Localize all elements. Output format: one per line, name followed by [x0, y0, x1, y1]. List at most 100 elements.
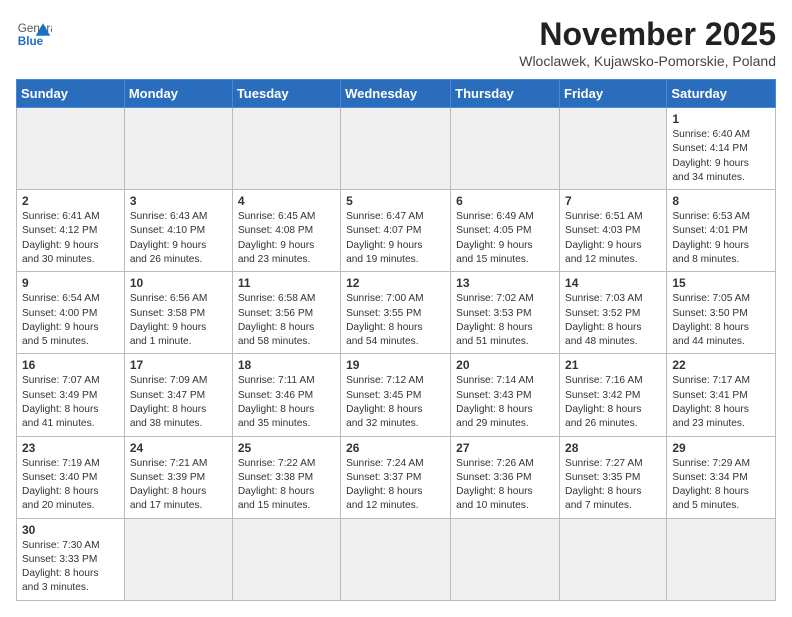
day-cell: 2 Sunrise: 6:41 AM Sunset: 4:12 PM Daylig… — [17, 190, 125, 272]
day-number: 13 — [456, 276, 554, 290]
day-info: Sunrise: 7:14 AM Sunset: 3:43 PM Dayligh… — [456, 374, 554, 431]
weekday-header-sunday: Sunday — [17, 80, 125, 108]
week-row-3: 9 Sunrise: 6:54 AM Sunset: 4:00 PM Daylig… — [17, 272, 776, 354]
day-cell: 27Sunrise: 7:26 AM Sunset: 3:36 PM Dayli… — [451, 436, 560, 518]
day-cell: 30 Sunrise: 7:30 AM Sunset: 3:33 PM Dayli… — [17, 518, 125, 600]
day-number: 12 — [346, 276, 445, 290]
day-cell: 7 Sunrise: 6:51 AM Sunset: 4:03 PM Daylig… — [560, 190, 667, 272]
day-info: Sunrise: 6:53 AM Sunset: 4:01 PM Dayligh… — [672, 210, 770, 267]
logo: General Blue — [16, 16, 52, 52]
day-cell: 12 Sunrise: 7:00 AM Sunset: 3:55 PM Dayli… — [341, 272, 451, 354]
weekday-header-saturday: Saturday — [667, 80, 776, 108]
day-cell: 17Sunrise: 7:09 AM Sunset: 3:47 PM Dayli… — [124, 354, 232, 436]
logo-icon: General Blue — [16, 16, 52, 52]
day-number: 14 — [565, 276, 661, 290]
day-number: 26 — [346, 441, 445, 455]
day-cell: 26 Sunrise: 7:24 AM Sunset: 3:37 PM Dayli… — [341, 436, 451, 518]
day-number: 22 — [672, 358, 770, 372]
day-cell — [341, 518, 451, 600]
day-cell: 19Sunrise: 7:12 AM Sunset: 3:45 PM Dayli… — [341, 354, 451, 436]
day-info: Sunrise: 7:21 AM Sunset: 3:39 PM Dayligh… — [130, 457, 227, 514]
day-cell — [451, 108, 560, 190]
week-row-4: 16 Sunrise: 7:07 AM Sunset: 3:49 PM Dayli… — [17, 354, 776, 436]
day-cell: 23Sunrise: 7:19 AM Sunset: 3:40 PM Dayli… — [17, 436, 125, 518]
day-info: Sunrise: 7:22 AM Sunset: 3:38 PM Dayligh… — [238, 457, 335, 514]
calendar-table: SundayMondayTuesdayWednesdayThursdayFrid… — [16, 79, 776, 601]
day-info: Sunrise: 7:30 AM Sunset: 3:33 PM Dayligh… — [22, 539, 119, 596]
day-number: 20 — [456, 358, 554, 372]
weekday-header-thursday: Thursday — [451, 80, 560, 108]
day-cell — [451, 518, 560, 600]
day-cell: 20 Sunrise: 7:14 AM Sunset: 3:43 PM Dayli… — [451, 354, 560, 436]
day-number: 21 — [565, 358, 661, 372]
day-number: 10 — [130, 276, 227, 290]
day-info: Sunrise: 7:00 AM Sunset: 3:55 PM Dayligh… — [346, 292, 445, 349]
weekday-header-tuesday: Tuesday — [232, 80, 340, 108]
day-info: Sunrise: 6:54 AM Sunset: 4:00 PM Dayligh… — [22, 292, 119, 349]
day-info: Sunrise: 6:47 AM Sunset: 4:07 PM Dayligh… — [346, 210, 445, 267]
day-number: 6 — [456, 194, 554, 208]
day-number: 15 — [672, 276, 770, 290]
day-info: Sunrise: 7:16 AM Sunset: 3:42 PM Dayligh… — [565, 374, 661, 431]
day-cell: 13 Sunrise: 7:02 AM Sunset: 3:53 PM Dayli… — [451, 272, 560, 354]
day-number: 7 — [565, 194, 661, 208]
day-info: Sunrise: 7:05 AM Sunset: 3:50 PM Dayligh… — [672, 292, 770, 349]
day-number: 4 — [238, 194, 335, 208]
day-number: 8 — [672, 194, 770, 208]
day-cell — [124, 108, 232, 190]
day-cell: 16 Sunrise: 7:07 AM Sunset: 3:49 PM Dayli… — [17, 354, 125, 436]
day-cell: 14 Sunrise: 7:03 AM Sunset: 3:52 PM Dayli… — [560, 272, 667, 354]
day-number: 30 — [22, 523, 119, 537]
day-info: Sunrise: 7:07 AM Sunset: 3:49 PM Dayligh… — [22, 374, 119, 431]
day-cell: 4Sunrise: 6:45 AM Sunset: 4:08 PM Daylig… — [232, 190, 340, 272]
day-number: 9 — [22, 276, 119, 290]
day-info: Sunrise: 7:17 AM Sunset: 3:41 PM Dayligh… — [672, 374, 770, 431]
day-cell: 3 Sunrise: 6:43 AM Sunset: 4:10 PM Daylig… — [124, 190, 232, 272]
day-cell — [124, 518, 232, 600]
day-number: 16 — [22, 358, 119, 372]
day-info: Sunrise: 6:41 AM Sunset: 4:12 PM Dayligh… — [22, 210, 119, 267]
day-info: Sunrise: 6:43 AM Sunset: 4:10 PM Dayligh… — [130, 210, 227, 267]
day-cell: 29Sunrise: 7:29 AM Sunset: 3:34 PM Dayli… — [667, 436, 776, 518]
day-cell: 18 Sunrise: 7:11 AM Sunset: 3:46 PM Dayli… — [232, 354, 340, 436]
title-block: November 2025 Wloclawek, Kujawsko-Pomors… — [519, 16, 776, 69]
day-info: Sunrise: 7:11 AM Sunset: 3:46 PM Dayligh… — [238, 374, 335, 431]
day-cell: 11Sunrise: 6:58 AM Sunset: 3:56 PM Dayli… — [232, 272, 340, 354]
day-number: 18 — [238, 358, 335, 372]
day-info: Sunrise: 7:09 AM Sunset: 3:47 PM Dayligh… — [130, 374, 227, 431]
day-cell — [667, 518, 776, 600]
day-number: 2 — [22, 194, 119, 208]
day-cell: 8 Sunrise: 6:53 AM Sunset: 4:01 PM Daylig… — [667, 190, 776, 272]
day-info: Sunrise: 7:27 AM Sunset: 3:35 PM Dayligh… — [565, 457, 661, 514]
day-cell: 28Sunrise: 7:27 AM Sunset: 3:35 PM Dayli… — [560, 436, 667, 518]
day-cell — [341, 108, 451, 190]
day-cell: 10Sunrise: 6:56 AM Sunset: 3:58 PM Dayli… — [124, 272, 232, 354]
page-header: General Blue November 2025 Wloclawek, Ku… — [16, 16, 776, 69]
day-number: 25 — [238, 441, 335, 455]
day-cell — [232, 108, 340, 190]
weekday-header-row: SundayMondayTuesdayWednesdayThursdayFrid… — [17, 80, 776, 108]
weekday-header-friday: Friday — [560, 80, 667, 108]
day-number: 24 — [130, 441, 227, 455]
day-cell: 22 Sunrise: 7:17 AM Sunset: 3:41 PM Dayli… — [667, 354, 776, 436]
day-info: Sunrise: 6:40 AM Sunset: 4:14 PM Dayligh… — [672, 128, 770, 185]
day-info: Sunrise: 7:02 AM Sunset: 3:53 PM Dayligh… — [456, 292, 554, 349]
week-row-2: 2 Sunrise: 6:41 AM Sunset: 4:12 PM Daylig… — [17, 190, 776, 272]
svg-text:Blue: Blue — [18, 35, 44, 48]
day-number: 23 — [22, 441, 119, 455]
day-number: 3 — [130, 194, 227, 208]
day-info: Sunrise: 7:03 AM Sunset: 3:52 PM Dayligh… — [565, 292, 661, 349]
day-number: 1 — [672, 112, 770, 126]
day-info: Sunrise: 6:51 AM Sunset: 4:03 PM Dayligh… — [565, 210, 661, 267]
day-cell: 6Sunrise: 6:49 AM Sunset: 4:05 PM Daylig… — [451, 190, 560, 272]
day-info: Sunrise: 7:24 AM Sunset: 3:37 PM Dayligh… — [346, 457, 445, 514]
weekday-header-monday: Monday — [124, 80, 232, 108]
week-row-1: 1 Sunrise: 6:40 AM Sunset: 4:14 PM Daylig… — [17, 108, 776, 190]
day-cell: 9 Sunrise: 6:54 AM Sunset: 4:00 PM Daylig… — [17, 272, 125, 354]
weekday-header-wednesday: Wednesday — [341, 80, 451, 108]
day-number: 19 — [346, 358, 445, 372]
day-info: Sunrise: 6:58 AM Sunset: 3:56 PM Dayligh… — [238, 292, 335, 349]
day-info: Sunrise: 7:29 AM Sunset: 3:34 PM Dayligh… — [672, 457, 770, 514]
week-row-5: 23Sunrise: 7:19 AM Sunset: 3:40 PM Dayli… — [17, 436, 776, 518]
day-cell — [232, 518, 340, 600]
